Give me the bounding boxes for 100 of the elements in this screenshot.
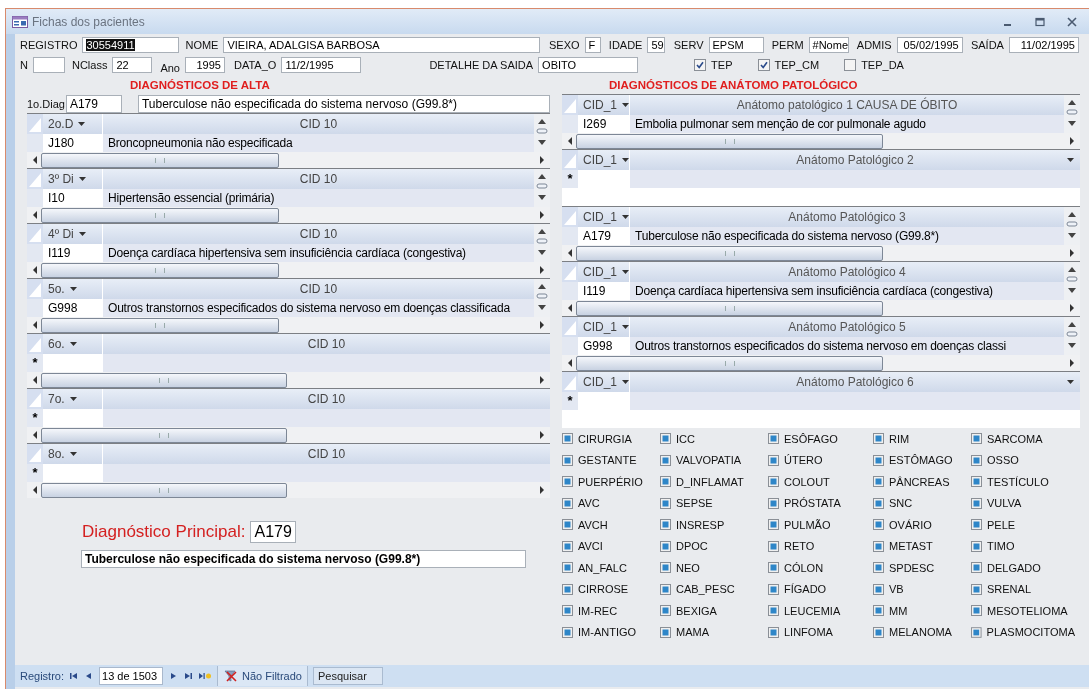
checkbox[interactable] <box>660 433 671 445</box>
checkbox[interactable] <box>660 476 671 488</box>
checkbox[interactable] <box>873 605 884 617</box>
checkbox[interactable] <box>660 519 671 531</box>
code-field[interactable]: A179 <box>250 521 296 543</box>
vertical-scrollbar[interactable] <box>534 279 550 317</box>
checkbox[interactable] <box>562 583 573 595</box>
vertical-scrollbar[interactable] <box>534 169 550 207</box>
horizontal-scrollbar[interactable] <box>27 317 550 333</box>
vertical-scrollbar[interactable] <box>1064 317 1080 355</box>
scroll-thumb[interactable] <box>41 152 279 168</box>
column-header[interactable]: 3º Di <box>43 169 103 189</box>
checkbox[interactable] <box>660 562 671 574</box>
checkbox[interactable] <box>971 476 982 488</box>
column-header[interactable]: CID_1 <box>578 95 630 115</box>
checkbox[interactable] <box>768 433 779 445</box>
checkbox[interactable] <box>562 605 573 617</box>
input-field[interactable]: 30554911 <box>82 36 180 53</box>
column-header[interactable]: CID 10 <box>103 334 550 354</box>
column-header[interactable]: Anátomo Patológico 4 <box>630 262 1064 282</box>
column-header[interactable]: 5o. <box>43 279 103 299</box>
checkbox[interactable] <box>562 433 573 445</box>
checkbox[interactable] <box>873 519 884 531</box>
scroll-thumb[interactable] <box>41 427 287 443</box>
checkbox[interactable] <box>873 454 884 466</box>
scroll-thumb[interactable] <box>41 372 287 388</box>
checkbox[interactable] <box>562 626 573 638</box>
scroll-thumb[interactable] <box>41 317 279 333</box>
checkbox[interactable] <box>971 454 982 466</box>
horizontal-scrollbar[interactable] <box>27 262 550 278</box>
input-field[interactable]: 22 <box>112 56 153 73</box>
checkbox[interactable] <box>971 562 982 574</box>
horizontal-scrollbar[interactable] <box>562 355 1080 371</box>
code-field[interactable]: A179 <box>65 94 122 113</box>
horizontal-scrollbar[interactable] <box>562 300 1080 316</box>
description-field[interactable]: Tuberculose não especificada do sistema nervoso (G99.8*) <box>137 94 550 113</box>
checkbox[interactable] <box>562 540 573 552</box>
checkbox[interactable] <box>660 583 671 595</box>
column-header[interactable]: 7o. <box>43 389 103 409</box>
checkbox[interactable] <box>694 58 707 71</box>
checkbox[interactable] <box>971 605 982 617</box>
checkbox[interactable] <box>660 626 671 638</box>
input-field[interactable]: VIEIRA, ADALGISA BARBOSA <box>223 36 541 53</box>
vertical-scrollbar[interactable] <box>534 114 550 152</box>
horizontal-scrollbar[interactable] <box>27 427 550 443</box>
input-field[interactable]: #Nome <box>808 36 849 53</box>
scroll-thumb[interactable] <box>576 245 883 261</box>
scroll-thumb[interactable] <box>41 482 287 498</box>
input-field[interactable]: EPSM <box>708 36 764 53</box>
input-field[interactable]: 11/2/1995 <box>281 56 362 73</box>
column-header[interactable]: CID 10 <box>103 224 534 244</box>
checkbox[interactable] <box>660 605 671 617</box>
horizontal-scrollbar[interactable] <box>562 133 1080 149</box>
horizontal-scrollbar[interactable] <box>27 207 550 223</box>
checkbox[interactable] <box>971 497 982 509</box>
checkbox[interactable] <box>971 583 982 595</box>
checkbox[interactable] <box>768 562 779 574</box>
checkbox[interactable] <box>768 497 779 509</box>
column-header[interactable]: CID_1 <box>578 262 630 282</box>
column-header[interactable]: CID 10 <box>103 389 550 409</box>
horizontal-scrollbar[interactable] <box>27 152 550 168</box>
scroll-thumb[interactable] <box>576 133 883 149</box>
filter-button[interactable]: Não Filtrado <box>217 666 308 686</box>
checkbox[interactable] <box>768 583 779 595</box>
checkbox[interactable] <box>562 476 573 488</box>
column-header[interactable]: CID_1 <box>578 372 630 392</box>
vertical-scrollbar[interactable] <box>1064 207 1080 245</box>
checkbox[interactable] <box>660 454 671 466</box>
column-header[interactable]: CID 10 <box>103 169 534 189</box>
new-record-icon[interactable] <box>198 671 213 681</box>
checkbox[interactable] <box>562 454 573 466</box>
column-header[interactable]: Anátomo patológico 1 CAUSA DE ÓBITO <box>630 95 1064 115</box>
input-field[interactable]: 11/02/1995 <box>1008 36 1079 53</box>
scroll-thumb[interactable] <box>41 207 279 223</box>
checkbox[interactable] <box>562 562 573 574</box>
checkbox[interactable] <box>971 540 982 552</box>
vertical-scrollbar[interactable] <box>1064 262 1080 300</box>
horizontal-scrollbar[interactable] <box>27 372 550 388</box>
column-header[interactable]: 2o.D <box>43 114 103 134</box>
column-header[interactable]: CID_1 <box>578 150 630 170</box>
checkbox[interactable] <box>844 58 857 71</box>
checkbox[interactable] <box>660 540 671 552</box>
checkbox[interactable] <box>971 519 982 531</box>
checkbox[interactable] <box>768 454 779 466</box>
column-header[interactable]: CID 10 <box>103 114 534 134</box>
checkbox[interactable] <box>768 519 779 531</box>
horizontal-scrollbar[interactable] <box>27 482 550 498</box>
checkbox[interactable] <box>873 562 884 574</box>
checkbox[interactable] <box>873 626 884 638</box>
input-field[interactable]: 05/02/1995 <box>896 36 963 53</box>
checkbox[interactable] <box>660 497 671 509</box>
checkbox[interactable] <box>562 497 573 509</box>
checkbox[interactable] <box>768 540 779 552</box>
column-header[interactable]: CID_1 <box>578 317 630 337</box>
first-record-icon[interactable] <box>69 671 80 681</box>
input-field[interactable]: OBITO <box>538 56 639 73</box>
column-header[interactable]: CID 10 <box>103 444 550 464</box>
column-header[interactable]: Anátomo Patológico 2 <box>630 150 1080 170</box>
checkbox[interactable] <box>562 519 573 531</box>
checkbox[interactable] <box>873 476 884 488</box>
